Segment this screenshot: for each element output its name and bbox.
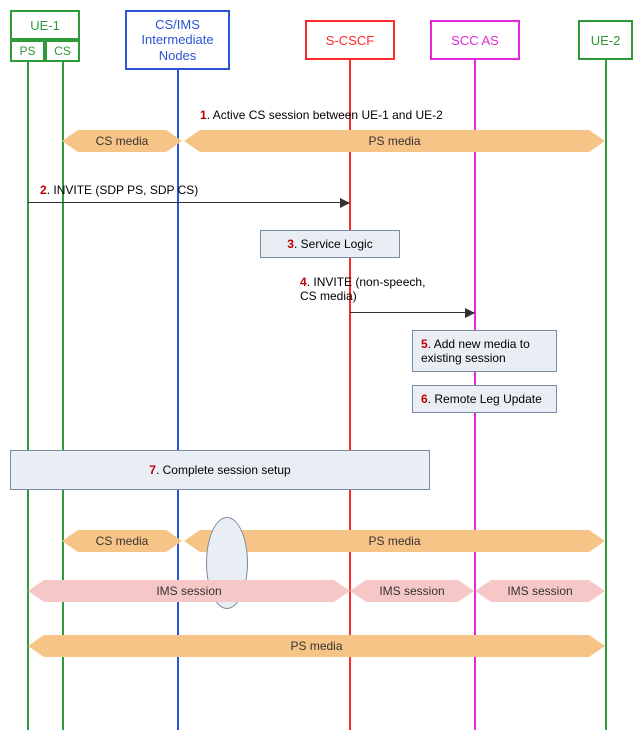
arrow-icon [166, 130, 182, 152]
step-num: 1 [200, 108, 207, 122]
arrow-icon [350, 580, 366, 602]
arrow-icon [28, 580, 44, 602]
media-label: IMS session [507, 584, 572, 598]
media-label: IMS session [156, 584, 221, 598]
sub-label: CS [54, 44, 71, 58]
step-num: 7 [149, 463, 156, 477]
media-label: IMS session [379, 584, 444, 598]
proc-remote-leg: 6. Remote Leg Update [412, 385, 557, 413]
actor-sccas: SCC AS [430, 20, 520, 60]
actor-label: SCC AS [451, 33, 499, 48]
arrow-icon [589, 635, 605, 657]
media-cs-2: CS media [78, 530, 166, 552]
step-text: Service Logic [301, 237, 373, 251]
step-num: 4 [300, 275, 307, 289]
lifeline-ue1-ps [27, 60, 29, 730]
arrow-icon [62, 130, 78, 152]
actor-intermediate: CS/IMS Intermediate Nodes [125, 10, 230, 70]
step-num: 3 [287, 237, 294, 251]
proc-add-media: 5. Add new media to existing session [412, 330, 557, 372]
lifeline-ue2 [605, 60, 607, 730]
arrow-icon [184, 530, 200, 552]
arrow-icon [589, 130, 605, 152]
actor-ue1-ps: PS [10, 40, 45, 62]
step-num: 5 [421, 337, 428, 351]
media-ps-1: PS media [200, 130, 589, 152]
proc-complete-setup: 7. Complete session setup [10, 450, 430, 490]
media-label: PS media [290, 639, 342, 653]
msg-invite-2 [350, 312, 474, 313]
step-1-label: 1. Active CS session between UE-1 and UE… [200, 108, 443, 122]
step-text: INVITE (SDP PS, SDP CS) [53, 183, 198, 197]
step-text: INVITE (non-speech, CS media) [300, 275, 425, 303]
arrow-icon [334, 580, 350, 602]
lifeline-intermediate [177, 70, 179, 730]
media-ims-3: IMS session [491, 580, 589, 602]
arrow-icon [28, 635, 44, 657]
media-cs-1: CS media [78, 130, 166, 152]
step-text: Remote Leg Update [434, 392, 541, 406]
step-4-label: 4. INVITE (non-speech, CS media) [300, 275, 430, 303]
step-text: Complete session setup [163, 463, 291, 477]
media-ims-2: IMS session [366, 580, 458, 602]
media-label: CS media [96, 134, 149, 148]
sub-label: PS [19, 44, 35, 58]
media-ps-2: PS media [200, 530, 589, 552]
arrow-icon [589, 530, 605, 552]
step-2-label: 2. INVITE (SDP PS, SDP CS) [40, 183, 198, 197]
proc-service-logic: 3. Service Logic [260, 230, 400, 258]
media-label: PS media [368, 534, 420, 548]
actor-ue1-cs: CS [45, 40, 80, 62]
step-num: 2 [40, 183, 47, 197]
arrow-icon [458, 580, 474, 602]
actor-ue2: UE-2 [578, 20, 633, 60]
media-ps-3: PS media [44, 635, 589, 657]
media-label: CS media [96, 534, 149, 548]
arrow-icon [184, 130, 200, 152]
arrow-tip-icon [340, 198, 350, 208]
msg-invite-1 [28, 202, 349, 203]
step-text: Active CS session between UE-1 and UE-2 [213, 108, 443, 122]
lifeline-scscf [349, 60, 351, 730]
arrow-icon [589, 580, 605, 602]
step-text: Add new media to existing session [421, 337, 530, 365]
lifeline-ue1-cs [62, 60, 64, 730]
actor-label: UE-1 [30, 18, 60, 33]
actor-scscf: S-CSCF [305, 20, 395, 60]
actor-ue1: UE-1 [10, 10, 80, 40]
arrow-icon [166, 530, 182, 552]
media-ims-1: IMS session [44, 580, 334, 602]
actor-label: S-CSCF [326, 33, 374, 48]
sequence-diagram: UE-1 PS CS CS/IMS Intermediate Nodes S-C… [0, 0, 642, 735]
arrow-tip-icon [465, 308, 475, 318]
actor-label: CS/IMS Intermediate Nodes [127, 17, 228, 64]
media-label: PS media [368, 134, 420, 148]
arrow-icon [62, 530, 78, 552]
step-num: 6 [421, 392, 428, 406]
arrow-icon [475, 580, 491, 602]
actor-label: UE-2 [591, 33, 621, 48]
